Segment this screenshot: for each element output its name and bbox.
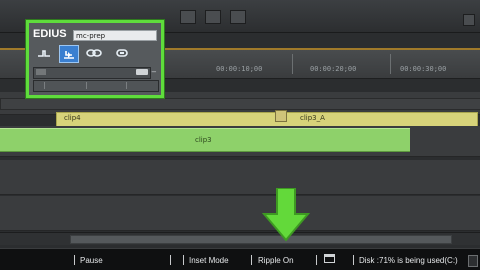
channel-divider	[126, 82, 127, 89]
panel-channel-row[interactable]	[33, 80, 159, 92]
timeline-scrollbar[interactable]	[0, 232, 480, 245]
slider-min-button[interactable]	[36, 69, 46, 75]
disk-usage-label: Disk :71% is being used(C:)	[359, 256, 458, 265]
panel-title: EDIUS	[33, 28, 67, 40]
channel-divider	[44, 82, 45, 89]
ruler-timecode: 00:00:20;00	[310, 65, 357, 73]
status-bar: Pause Inset Mode Ripple On Disk :71% is …	[0, 248, 480, 270]
preset-name-field[interactable]: mc-prep	[73, 30, 157, 41]
play-state-label: Pause	[80, 256, 103, 265]
track-icon[interactable]	[35, 45, 53, 61]
ruler-tick	[390, 54, 391, 74]
panel-expand-icon[interactable]: −	[151, 69, 157, 76]
edit-mode-label[interactable]: Inset Mode	[189, 256, 229, 265]
status-separator	[74, 255, 75, 265]
toolbar-button[interactable]	[230, 10, 246, 24]
ripple-mode-label[interactable]: Ripple On	[258, 256, 294, 265]
status-separator	[170, 255, 171, 265]
link-icon[interactable]	[85, 45, 103, 61]
channel-divider	[86, 82, 87, 89]
pointer-arrow-icon	[262, 188, 310, 242]
status-separator	[251, 255, 252, 265]
status-separator	[183, 255, 184, 265]
slider-knob[interactable]	[136, 69, 148, 75]
sync-lock-icon[interactable]	[113, 45, 131, 61]
audio-clip-label: clip3	[195, 136, 212, 144]
edius-tool-panel: EDIUS mc-prep −	[26, 20, 164, 98]
toolbar-button[interactable]	[180, 10, 196, 24]
clip-out-point[interactable]	[275, 110, 287, 122]
scrollbar-thumb[interactable]	[70, 235, 452, 244]
empty-track[interactable]	[0, 196, 480, 231]
toolbar-button[interactable]	[205, 10, 221, 24]
window-icon[interactable]	[324, 254, 335, 263]
empty-track[interactable]	[0, 160, 480, 195]
ripple-select-icon[interactable]	[59, 45, 79, 63]
panel-toolbar	[33, 45, 157, 63]
edius-window: 00:00:10;00 00:00:20;00 00:00:30;00 clip…	[0, 0, 480, 270]
ruler-tick	[292, 54, 293, 74]
ruler-timecode: 00:00:30;00	[400, 65, 447, 73]
disk-gauge	[468, 255, 478, 267]
video-clip-label: clip4	[64, 114, 81, 122]
track-lane	[0, 98, 480, 110]
window-close-icon[interactable]	[463, 14, 475, 26]
status-separator	[316, 255, 317, 265]
ruler-timecode: 00:00:10;00	[216, 65, 263, 73]
zoom-slider[interactable]	[33, 67, 151, 79]
status-separator	[353, 255, 354, 265]
audio-track[interactable]: clip3	[0, 126, 480, 157]
video-clip-label: clip3_A	[300, 114, 325, 122]
